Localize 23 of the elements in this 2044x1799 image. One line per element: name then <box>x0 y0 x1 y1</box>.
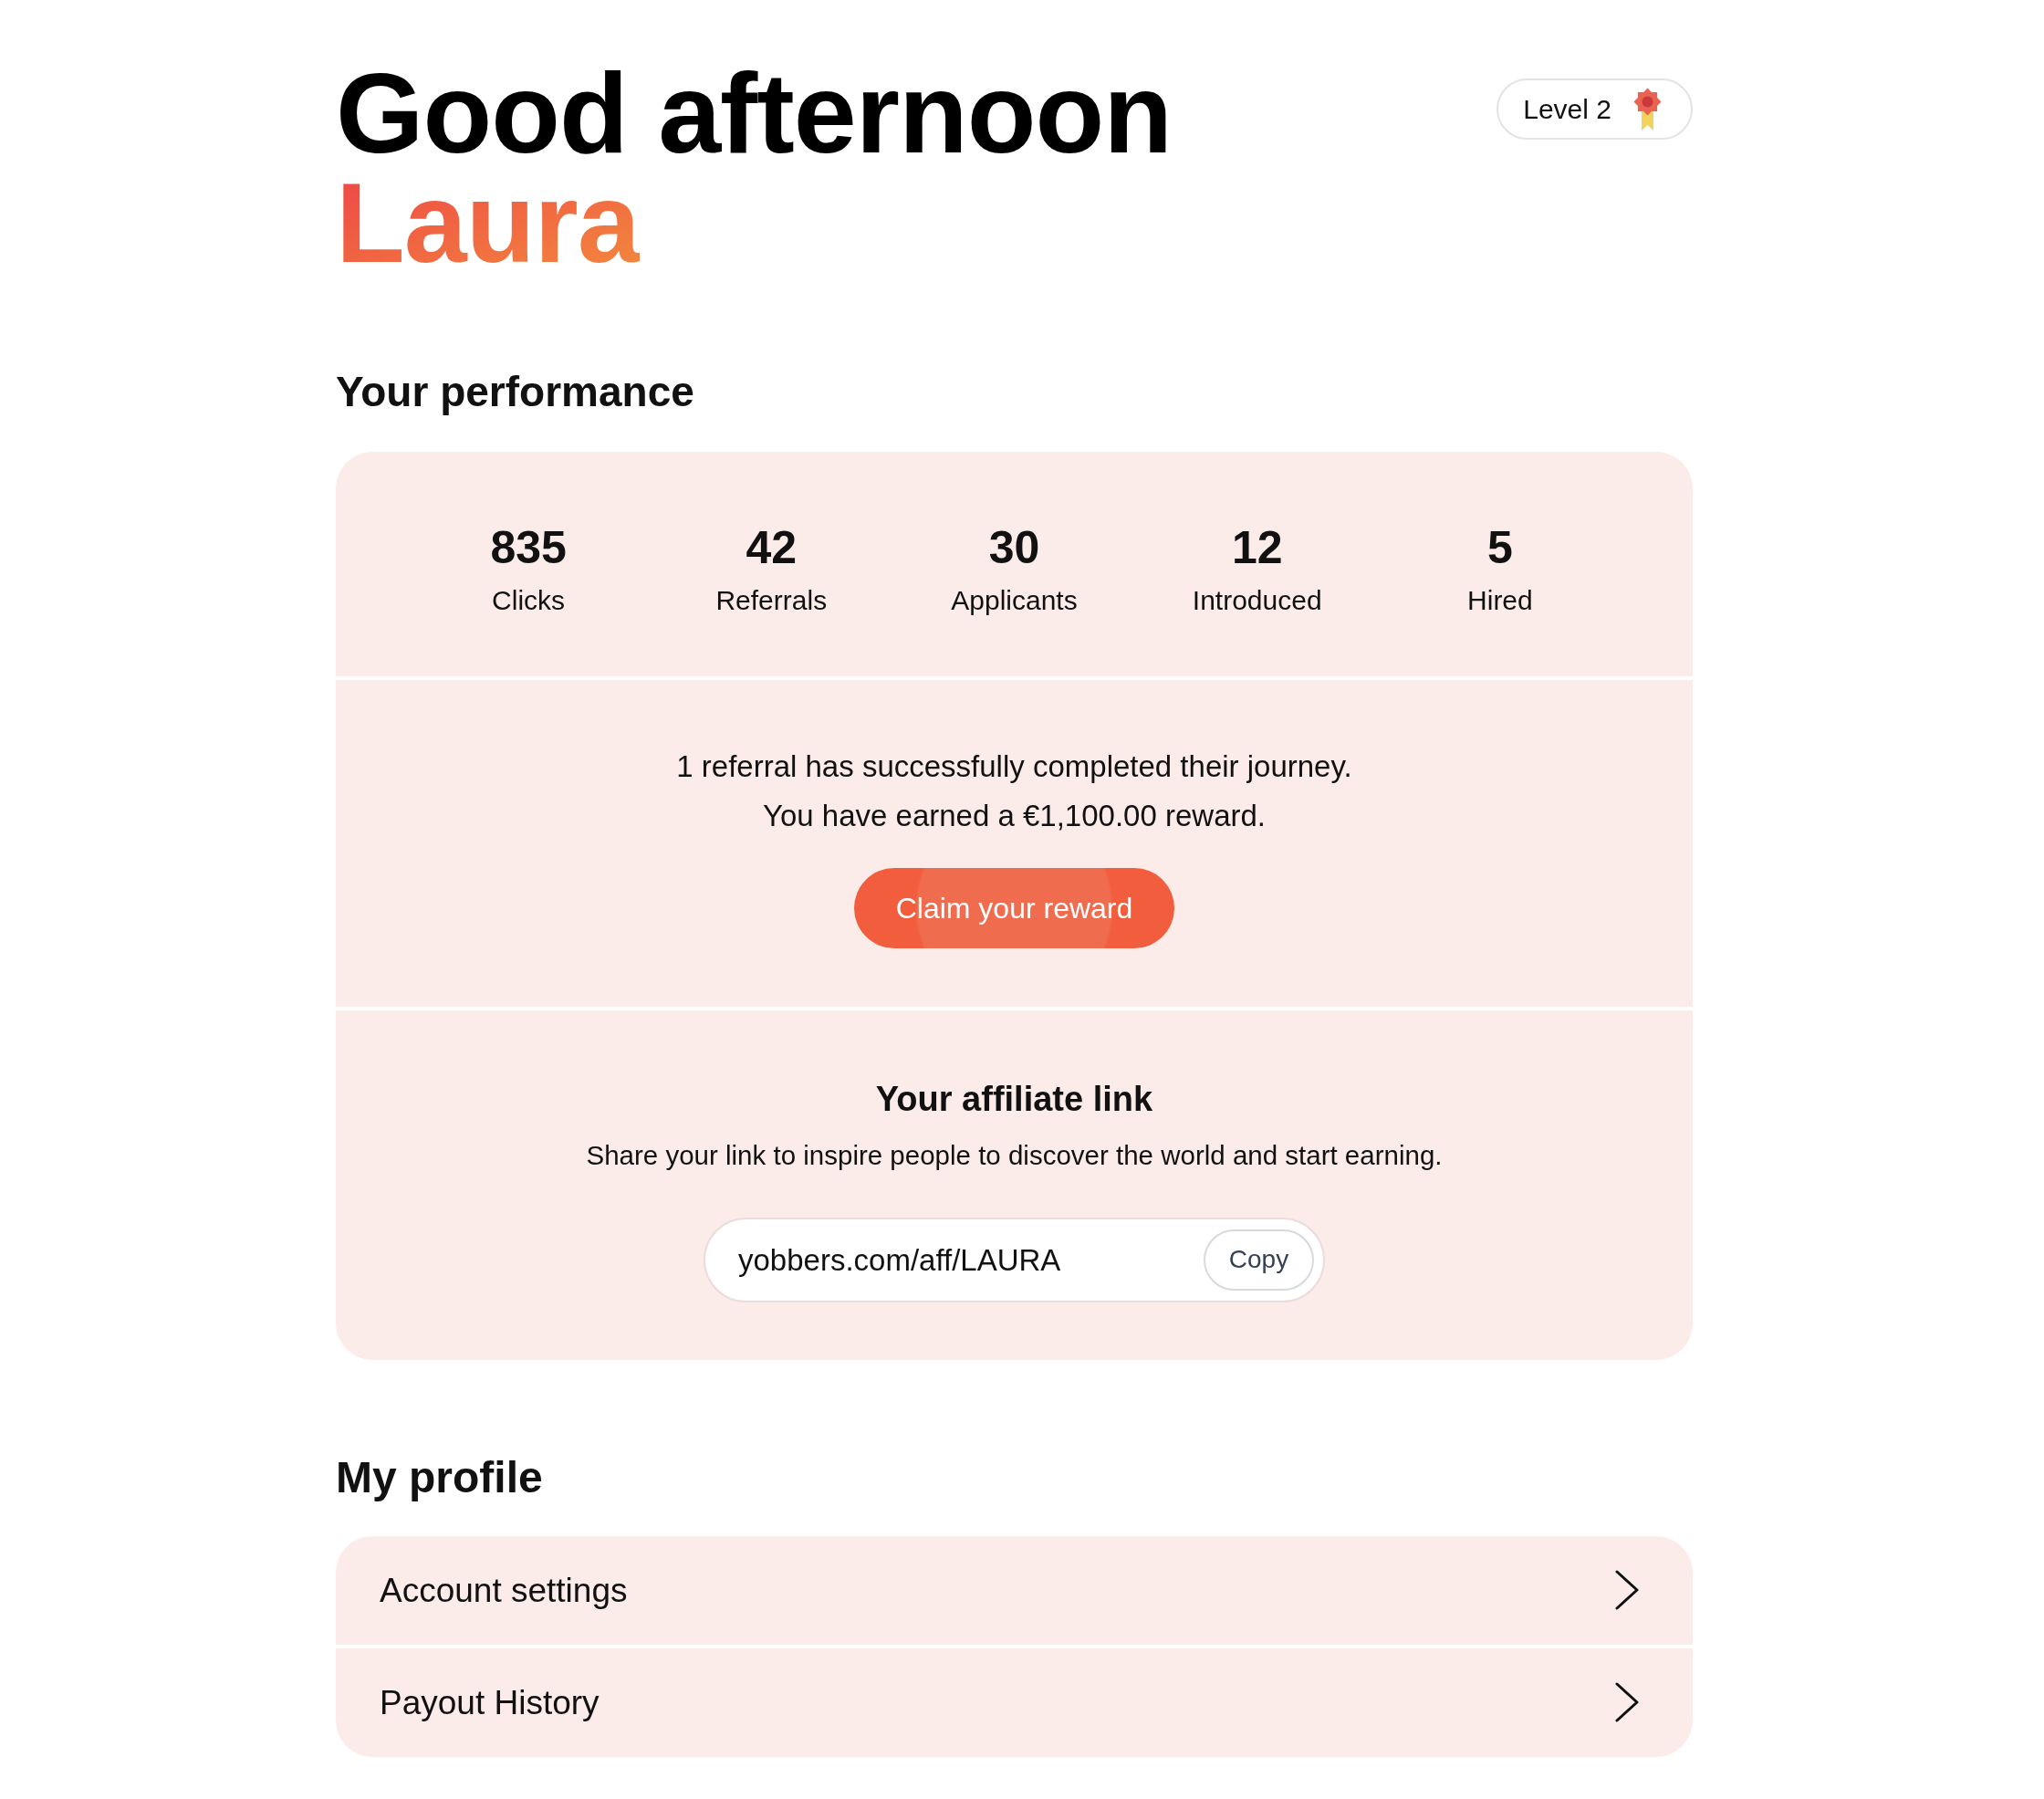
level-label: Level 2 <box>1523 95 1611 123</box>
stat-value: 835 <box>490 525 567 570</box>
stat-value: 30 <box>988 525 1040 570</box>
link-field[interactable]: yobbers.com/aff/LAURA Copy <box>704 1217 1325 1302</box>
stat-label: Applicants <box>951 587 1078 614</box>
affiliate-description: Share your link to inspire people to discover the world and start earning. <box>586 1142 1443 1169</box>
stat-label: Referrals <box>715 587 828 614</box>
reward-message: 1 referral has successfully completed their journey. You have earned a €1,100.00 reward. <box>676 748 1352 834</box>
profile-menu-item[interactable]: Payout History <box>336 1647 1693 1757</box>
stat-value: 42 <box>746 525 798 570</box>
stat-label: Introduced <box>1192 587 1322 614</box>
award-ribbon-icon <box>1633 88 1662 131</box>
section-heading: My profile <box>336 1455 544 1500</box>
affiliate-title: Your affiliate link <box>875 1082 1153 1116</box>
stat-value: 12 <box>1231 525 1283 570</box>
profile-menu-item[interactable]: Account settings <box>336 1535 1693 1645</box>
stat-value: 5 <box>1487 525 1513 570</box>
greeting-title: Good afternoon <box>336 58 1172 168</box>
chevron-right-icon <box>1615 1682 1639 1722</box>
stat-label: Clicks <box>492 587 566 614</box>
copy-button[interactable]: Copy <box>1204 1229 1314 1291</box>
stat-label: Hired <box>1467 587 1533 614</box>
chevron-right-icon <box>1615 1570 1639 1610</box>
